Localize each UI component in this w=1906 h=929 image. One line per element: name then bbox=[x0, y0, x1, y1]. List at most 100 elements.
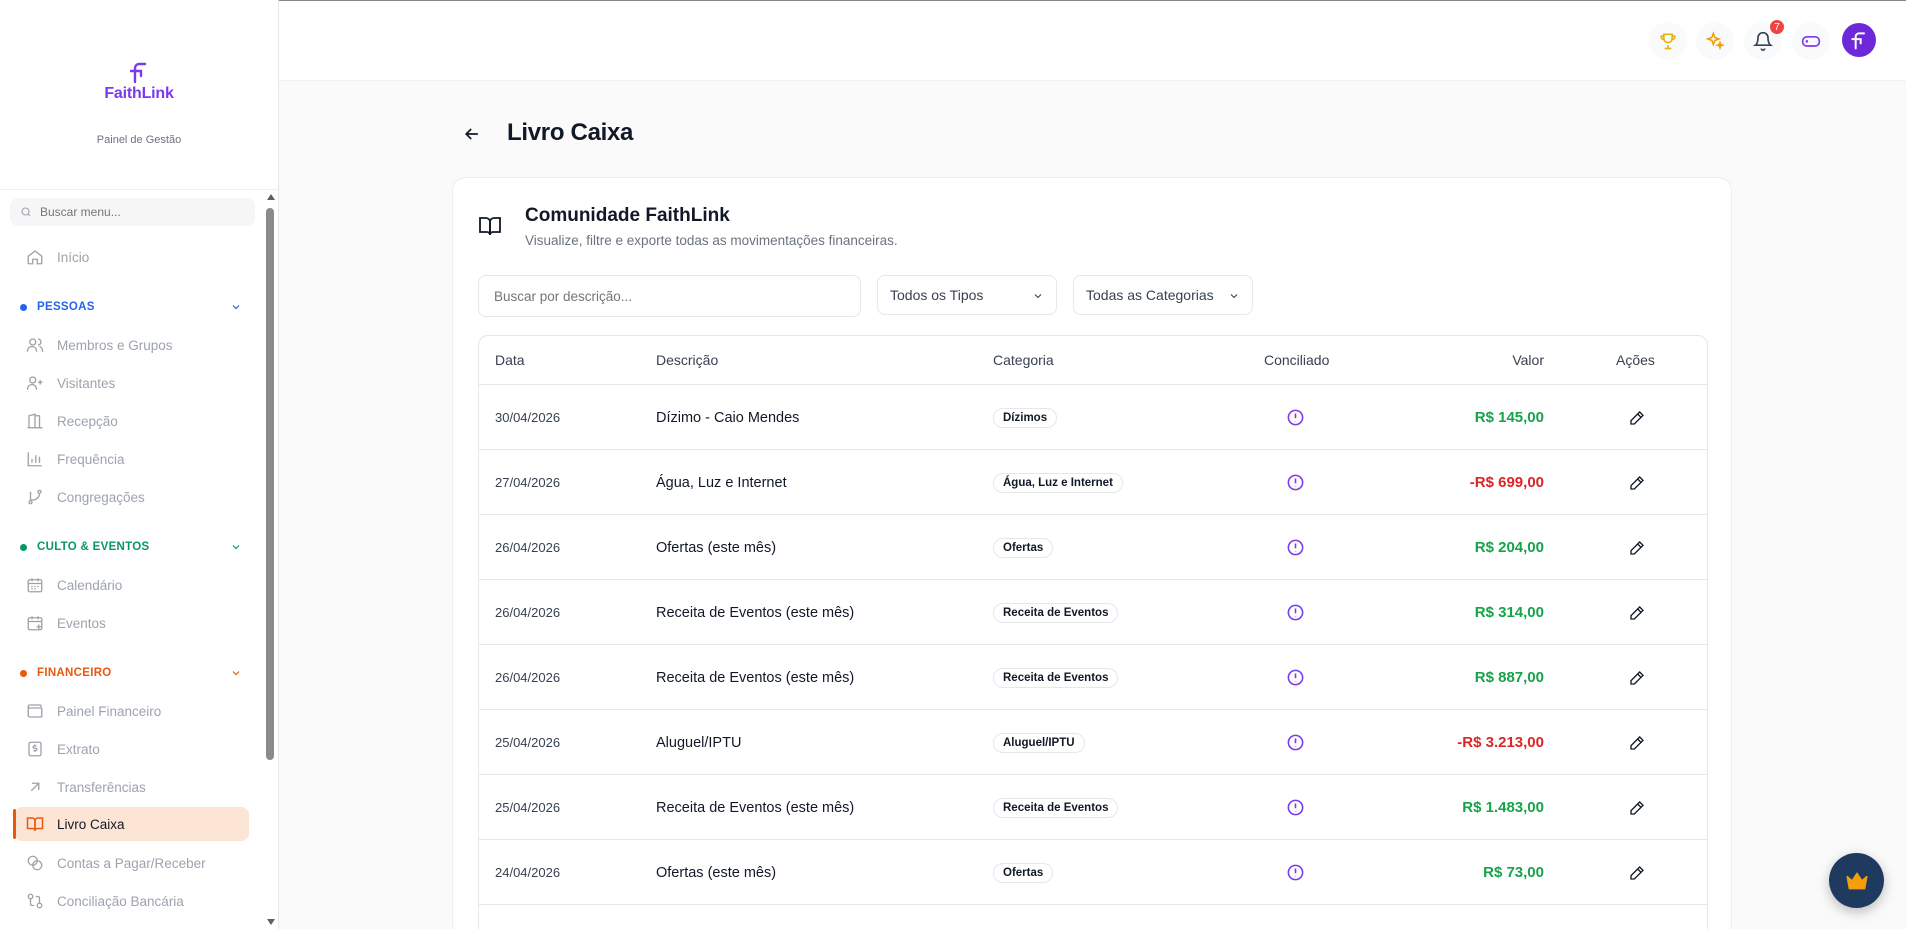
row-reconciled[interactable] bbox=[1283, 840, 1307, 905]
scrollbar-thumb[interactable] bbox=[266, 208, 274, 760]
row-reconciled[interactable] bbox=[1283, 580, 1307, 645]
row-value: -R$ 3.213,00 bbox=[1457, 734, 1544, 751]
row-reconciled[interactable] bbox=[1283, 710, 1307, 775]
pencil-icon bbox=[1630, 800, 1644, 815]
description-search-input[interactable] bbox=[494, 288, 834, 304]
sidebar-item-livro-caixa[interactable]: Livro Caixa bbox=[13, 807, 249, 841]
edit-button[interactable] bbox=[1629, 775, 1645, 840]
category-pill: Ofertas bbox=[993, 862, 1054, 883]
edit-button[interactable] bbox=[1629, 450, 1645, 515]
row-date: 25/04/2026 bbox=[495, 800, 561, 815]
sidebar-item-contas[interactable]: Contas a Pagar/Receber bbox=[14, 847, 249, 879]
row-reconciled[interactable] bbox=[1283, 775, 1307, 840]
alert-circle-icon bbox=[1287, 604, 1303, 621]
premium-fab-button[interactable] bbox=[1829, 853, 1884, 908]
avatar-logo-icon bbox=[1851, 32, 1865, 50]
user-plus-icon bbox=[26, 376, 43, 390]
sidebar-item-frequencia[interactable]: Frequência bbox=[14, 443, 249, 475]
sidebar-item-label: Contas a Pagar/Receber bbox=[57, 855, 206, 871]
sidebar-item-label: Transferências bbox=[57, 779, 146, 795]
section-pessoas[interactable]: PESSOAS bbox=[20, 297, 242, 317]
brand: FaithLink Painel de Gestão bbox=[0, 0, 278, 190]
gamepad-button[interactable] bbox=[1792, 22, 1830, 60]
sidebar-item-congregacoes[interactable]: Congregações bbox=[14, 481, 249, 513]
description-search[interactable] bbox=[478, 275, 861, 317]
sparkles-button[interactable] bbox=[1696, 22, 1734, 60]
row-category: Receita de Eventos bbox=[993, 580, 1119, 645]
header-reconciled: Conciliado bbox=[1264, 352, 1330, 368]
sidebar: FaithLink Painel de Gestão Início PESSOA… bbox=[0, 0, 279, 929]
sidebar-item-calendario[interactable]: Calendário bbox=[14, 569, 249, 601]
category-filter-select[interactable]: Todas as Categorias bbox=[1073, 275, 1253, 315]
type-filter-select[interactable]: Todos os Tipos bbox=[877, 275, 1057, 315]
row-reconciled[interactable] bbox=[1283, 450, 1307, 515]
receipt-icon bbox=[28, 741, 42, 757]
table-row[interactable]: 25/04/2026 Aluguel/IPTU Aluguel/IPTU -R$ 3.… bbox=[479, 710, 1707, 775]
users-icon bbox=[26, 338, 44, 352]
sidebar-item-conciliacao[interactable]: Conciliação Bancária bbox=[14, 885, 249, 917]
category-pill: Ofertas bbox=[993, 537, 1054, 558]
section-title: PESSOAS bbox=[37, 301, 95, 313]
reception-icon bbox=[27, 413, 43, 429]
edit-button[interactable] bbox=[1629, 580, 1645, 645]
row-reconciled[interactable] bbox=[1283, 385, 1307, 450]
brand-subtitle: Painel de Gestão bbox=[96, 134, 182, 146]
scroll-down-arrow-icon[interactable] bbox=[267, 919, 275, 925]
pencil-icon bbox=[1630, 670, 1644, 685]
table-row[interactable]: 30/04/2026 Dízimo - Caio Mendes Dízimos R$ … bbox=[479, 385, 1707, 450]
table-row[interactable]: 27/04/2026 Água, Luz e Internet Água, Luz … bbox=[479, 450, 1707, 515]
sparkles-icon bbox=[1705, 31, 1725, 51]
section-culto-eventos[interactable]: CULTO & EVENTOS bbox=[20, 537, 242, 557]
sidebar-item-visitantes[interactable]: Visitantes bbox=[14, 367, 249, 399]
edit-button[interactable] bbox=[1629, 645, 1645, 710]
table-row[interactable]: 24/04/2026 Ofertas (este mês) Ofertas R$ 73… bbox=[479, 840, 1707, 905]
edit-button[interactable] bbox=[1629, 840, 1645, 905]
table-row[interactable]: 26/04/2026 Receita de Eventos (este mês) R… bbox=[479, 580, 1707, 645]
edit-button[interactable] bbox=[1629, 515, 1645, 580]
category-pill: Aluguel/IPTU bbox=[993, 732, 1085, 753]
table-row[interactable]: 25/04/2026 Receita de Eventos (este mês) R… bbox=[479, 775, 1707, 840]
sidebar-item-eventos[interactable]: Eventos bbox=[14, 607, 249, 639]
table-row[interactable]: 26/04/2026 Ofertas (este mês) Ofertas R$ 20… bbox=[479, 515, 1707, 580]
row-reconciled[interactable] bbox=[1283, 515, 1307, 580]
book-open-icon bbox=[479, 217, 501, 236]
trophy-button[interactable] bbox=[1649, 22, 1687, 60]
row-description: Aluguel/IPTU bbox=[656, 734, 742, 751]
sidebar-item-home[interactable]: Início bbox=[14, 241, 249, 273]
sidebar-item-extrato[interactable]: Extrato bbox=[14, 733, 249, 765]
header-value: Valor bbox=[1512, 352, 1544, 368]
table-row[interactable] bbox=[479, 905, 1707, 929]
chevron-down-icon bbox=[232, 545, 240, 550]
search-icon bbox=[21, 207, 31, 217]
chevron-down-icon bbox=[1230, 294, 1238, 299]
category-filter-value: Todas as Categorias bbox=[1086, 287, 1214, 303]
chevron-down-icon bbox=[232, 305, 240, 310]
user-avatar[interactable] bbox=[1842, 23, 1876, 57]
sidebar-item-label: Membros e Grupos bbox=[57, 337, 173, 353]
sidebar-search-input[interactable] bbox=[40, 205, 240, 219]
coins-icon bbox=[27, 855, 43, 871]
row-category: Ofertas bbox=[993, 515, 1054, 580]
alert-circle-icon bbox=[1287, 864, 1303, 881]
row-reconciled[interactable] bbox=[1283, 645, 1307, 710]
notifications-button[interactable]: 7 bbox=[1744, 18, 1786, 60]
sidebar-item-label: Livro Caixa bbox=[57, 816, 125, 832]
sidebar-item-transferencias[interactable]: Transferências bbox=[14, 771, 249, 803]
table-row[interactable]: 26/04/2026 Receita de Eventos (este mês) R… bbox=[479, 645, 1707, 710]
sidebar-item-label: Congregações bbox=[57, 489, 145, 505]
scroll-up-arrow-icon[interactable] bbox=[267, 194, 275, 200]
edit-button[interactable] bbox=[1629, 385, 1645, 450]
trophy-icon bbox=[1660, 33, 1676, 50]
back-arrow-icon[interactable] bbox=[462, 124, 482, 144]
sidebar-item-recepcao[interactable]: Recepção bbox=[14, 405, 249, 437]
sidebar-scrollbar[interactable] bbox=[264, 192, 276, 929]
bar-chart-icon bbox=[27, 452, 42, 467]
edit-button[interactable] bbox=[1629, 710, 1645, 775]
sidebar-item-painel-financeiro[interactable]: Painel Financeiro bbox=[14, 695, 249, 727]
category-pill: Receita de Eventos bbox=[993, 667, 1119, 688]
sidebar-item-membros[interactable]: Membros e Grupos bbox=[14, 329, 249, 361]
sidebar-search[interactable] bbox=[10, 198, 255, 226]
card-subtitle: Visualize, filtre e exporte todas as mov… bbox=[525, 233, 898, 248]
section-title: CULTO & EVENTOS bbox=[37, 541, 150, 553]
section-financeiro[interactable]: FINANCEIRO bbox=[20, 663, 242, 683]
